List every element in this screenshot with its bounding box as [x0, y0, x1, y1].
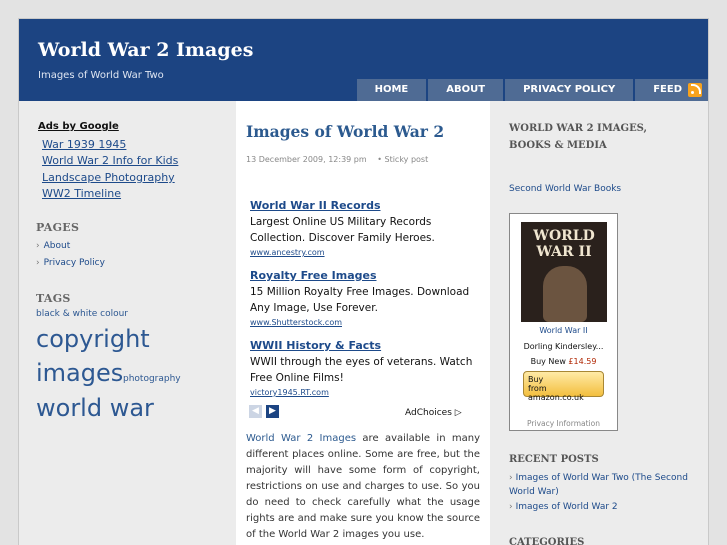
next-ad-button[interactable]: ▶: [266, 405, 279, 418]
nav-home[interactable]: HOME: [356, 79, 427, 101]
page-link-about[interactable]: › About: [36, 241, 70, 251]
price-value: £14.59: [568, 357, 597, 366]
ad-text: Largest Online US Military Records Colle…: [250, 216, 435, 244]
categories-heading: CATEGORIES: [509, 537, 585, 545]
ad-link[interactable]: WW2 Timeline: [42, 187, 121, 200]
adchoices-link[interactable]: AdChoices ▷: [405, 408, 462, 418]
prev-ad-button[interactable]: ◀: [249, 405, 262, 418]
page-link-label: Privacy Policy: [43, 258, 105, 268]
recent-posts-heading: RECENT POSTS: [509, 454, 599, 465]
cover-title-line: WORLD: [533, 228, 595, 244]
product-title[interactable]: World War II: [510, 326, 617, 335]
ad-link[interactable]: World War 2 Info for Kids: [42, 154, 178, 167]
cover-portrait: [543, 266, 587, 322]
tag-copyright[interactable]: copyright: [36, 325, 150, 353]
nav-privacy-policy[interactable]: PRIVACY POLICY: [505, 79, 634, 101]
ad-link[interactable]: Landscape Photography: [42, 171, 175, 184]
tag-world-war[interactable]: world war: [36, 394, 154, 422]
product-price: Buy New £14.59: [510, 357, 617, 366]
product-author: Dorling Kindersley...: [523, 342, 604, 351]
recent-post-label: Images of World War 2: [515, 502, 618, 512]
post-date: 13 December 2009, 12:39 pm: [246, 155, 367, 164]
post-title[interactable]: Images of World War 2: [246, 122, 444, 141]
nav-privacy-label: PRIVACY POLICY: [523, 84, 616, 95]
rss-icon[interactable]: [688, 83, 702, 97]
left-sidebar: Ads by Google War 1939 1945 World War 2 …: [19, 101, 236, 545]
post-body-link[interactable]: World War 2 Images: [246, 433, 356, 444]
price-label: Buy New: [530, 357, 566, 366]
amazon-product-widget: WORLD WAR II World War II Dorling Kinder…: [509, 213, 618, 431]
site-header: World War 2 Images Images of World War T…: [19, 19, 708, 101]
tag-black-white-colour[interactable]: black & white colour: [36, 309, 128, 319]
ads-by-google-label[interactable]: Ads by Google: [38, 121, 119, 132]
amazon-logo-text: from amazon.co.uk: [528, 384, 584, 402]
adchoices-label: AdChoices: [405, 408, 452, 418]
ad-link[interactable]: War 1939 1945: [42, 138, 126, 151]
book-cover-image[interactable]: WORLD WAR II: [521, 222, 607, 322]
books-media-heading: WORLD WAR 2 IMAGES, BOOKS & MEDIA: [509, 123, 648, 151]
nav-about-label: ABOUT: [446, 84, 486, 95]
ad-title[interactable]: WWII History & Facts: [250, 339, 381, 352]
ad-url[interactable]: www.ancestry.com: [250, 248, 325, 257]
recent-post-link[interactable]: › Images of World War Two (The Second Wor…: [509, 471, 699, 499]
right-sidebar: WORLD WAR 2 IMAGES, BOOKS & MEDIA Second…: [490, 101, 708, 545]
privacy-information-link[interactable]: Privacy Information: [510, 419, 617, 428]
nav-about[interactable]: ABOUT: [428, 79, 504, 101]
post-meta: 13 December 2009, 12:39 pm • Sticky post: [246, 155, 429, 164]
ad-title[interactable]: Royalty Free Images: [250, 269, 377, 282]
ad-url[interactable]: www.Shutterstock.com: [250, 318, 342, 327]
second-world-war-books-link[interactable]: Second World War Books: [509, 184, 621, 194]
pages-heading: PAGES: [36, 221, 80, 234]
post-body-text: are available in many different places o…: [246, 433, 481, 540]
main-nav: HOME ABOUT PRIVACY POLICY FEED: [355, 79, 708, 101]
post-body: World War 2 Images are available in many…: [246, 431, 480, 543]
tag-images[interactable]: images: [36, 359, 123, 387]
recent-post-link[interactable]: › Images of World War 2: [509, 502, 618, 512]
ad-title[interactable]: World War II Records: [250, 199, 381, 212]
page-link-label: About: [43, 241, 71, 251]
recent-post-label: Images of World War Two (The Second Worl…: [509, 473, 688, 497]
nav-feed[interactable]: FEED: [635, 79, 708, 101]
buy-from-amazon-button[interactable]: Buy from amazon.co.uk: [523, 371, 604, 402]
tag-photography[interactable]: photography: [123, 374, 181, 384]
ad-text: WWII through the eyes of veterans. Watch…: [250, 356, 473, 384]
cover-title-line: WAR II: [536, 244, 592, 260]
nav-feed-label: FEED: [653, 84, 682, 95]
nav-home-label: HOME: [374, 84, 409, 95]
sticky-label: Sticky post: [384, 155, 429, 164]
ad-url[interactable]: victory1945.RT.com: [250, 388, 329, 397]
tags-heading: TAGS: [36, 292, 71, 305]
buy-label: Buy: [528, 375, 544, 384]
arrow-icon: ›: [36, 258, 40, 268]
page-link-privacy[interactable]: › Privacy Policy: [36, 258, 105, 268]
site-title[interactable]: World War 2 Images: [38, 39, 253, 61]
arrow-icon: ›: [36, 241, 40, 251]
main-content: Images of World War 2 13 December 2009, …: [236, 101, 490, 545]
adchoices-icon: ▷: [454, 408, 462, 418]
ad-text: 15 Million Royalty Free Images. Download…: [250, 286, 470, 314]
site-description: Images of World War Two: [38, 70, 164, 81]
